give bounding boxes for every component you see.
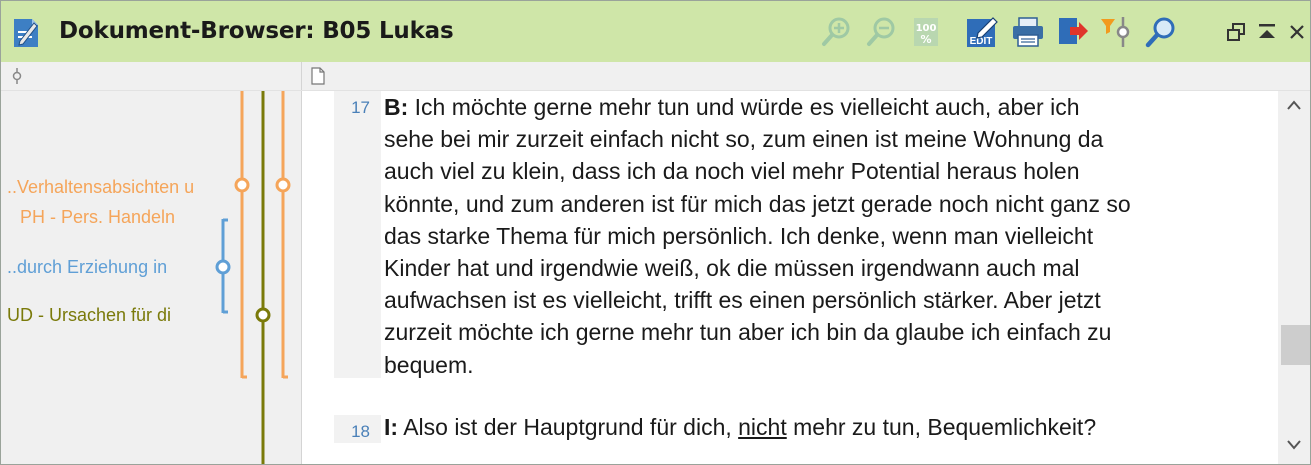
filter-icon bbox=[1101, 17, 1130, 47]
code-stripe-verhaltensabsichten[interactable] bbox=[234, 91, 250, 379]
search-icon bbox=[1145, 17, 1175, 48]
paragraph-text: Also ist der Hauptgrund für dich, bbox=[403, 414, 739, 440]
paragraph-line: sehe bei mir zurzeit einfach nicht so, z… bbox=[384, 126, 1104, 153]
printer-icon bbox=[1013, 17, 1043, 47]
collapse-icon bbox=[1259, 24, 1275, 38]
code-label-verhaltensabsichten[interactable]: ..Verhaltensabsichten u bbox=[7, 177, 221, 198]
zoom-100-button[interactable]: 100 % bbox=[909, 15, 943, 49]
code-stripe-ph-pers-handeln[interactable] bbox=[275, 91, 291, 379]
code-stripe-durch-erziehung[interactable] bbox=[215, 218, 231, 314]
edit-document-button[interactable]: EDIT bbox=[966, 15, 1000, 49]
window-title: Dokument-Browser: B05 Lukas bbox=[59, 18, 454, 44]
export-button[interactable] bbox=[1056, 15, 1090, 49]
paragraph-text: mehr zu tun, Bequemlichkeit? bbox=[786, 414, 1097, 440]
zoom-100-icon: 100 % bbox=[914, 18, 938, 46]
search-button[interactable] bbox=[1144, 15, 1178, 49]
print-button[interactable] bbox=[1011, 15, 1045, 49]
collapse-button[interactable] bbox=[1250, 15, 1284, 49]
undock-icon bbox=[1227, 23, 1245, 41]
code-stripe-header-icon bbox=[12, 68, 22, 84]
close-button[interactable] bbox=[1280, 15, 1310, 49]
document-header-icon bbox=[311, 67, 325, 85]
zoom-in-icon bbox=[822, 17, 850, 46]
code-label-durch-erziehung[interactable]: ..durch Erziehung in bbox=[7, 257, 207, 278]
code-label-ud-ursachen[interactable]: UD - Ursachen für di bbox=[7, 305, 207, 326]
paragraph-line: aufwachsen ist es vielleicht, trifft es … bbox=[384, 287, 1101, 314]
code-stripes bbox=[215, 91, 291, 464]
paragraph-line: auch viel zu klein, dass ich da noch vie… bbox=[384, 158, 1080, 185]
paragraph-line: Kinder hat und irgendwie weiß, ok die mü… bbox=[384, 255, 1080, 282]
code-label-ph-pers-handeln[interactable]: PH - Pers. Handeln bbox=[20, 207, 220, 228]
filter-codes-button[interactable] bbox=[1099, 15, 1133, 49]
code-stripes-pane[interactable]: ..Verhaltensabsichten u PH - Pers. Hande… bbox=[1, 91, 301, 464]
paragraph-line: bequem. bbox=[384, 351, 474, 378]
paragraph-number-17: 17 bbox=[351, 98, 370, 117]
title-bar: Dokument-Browser: B05 Lukas 100 % EDIT bbox=[1, 1, 1310, 62]
document-browser-window: Dokument-Browser: B05 Lukas 100 % EDIT .… bbox=[0, 0, 1311, 465]
scroll-up-arrow-icon[interactable] bbox=[1286, 100, 1302, 110]
zoom-in-button[interactable] bbox=[819, 15, 853, 49]
paragraph-18[interactable]: I: Also ist der Hauptgrund für dich, nic… bbox=[384, 411, 1274, 443]
speaker-label: I: bbox=[384, 414, 399, 440]
paragraph-17[interactable]: B: Ich möchte gerne mehr tun und würde e… bbox=[384, 91, 1274, 381]
zoom-out-button[interactable] bbox=[864, 15, 898, 49]
scrollbar-thumb[interactable] bbox=[1281, 325, 1310, 365]
pane-divider[interactable] bbox=[301, 62, 302, 90]
edit-icon: EDIT bbox=[967, 17, 998, 47]
underlined-word: nicht bbox=[738, 414, 787, 440]
close-icon bbox=[1290, 25, 1304, 39]
vertical-scrollbar[interactable] bbox=[1278, 91, 1310, 464]
paragraph-line: zurzeit möchte ich gerne mehr tun aber i… bbox=[384, 319, 1112, 346]
speaker-label: B: bbox=[384, 94, 409, 120]
scroll-down-arrow-icon[interactable] bbox=[1286, 440, 1302, 450]
svg-text:%: % bbox=[920, 33, 931, 46]
column-header-bar bbox=[1, 62, 1310, 91]
code-stripe-ud-ursachen[interactable] bbox=[255, 91, 271, 464]
paragraph-number-18: 18 bbox=[351, 422, 370, 441]
undock-button[interactable] bbox=[1219, 15, 1253, 49]
paragraph-line: könnte, und zum anderen ist für mich das… bbox=[384, 190, 1131, 217]
zoom-out-icon bbox=[867, 17, 895, 46]
document-edit-icon bbox=[14, 19, 38, 47]
paragraph-number-column bbox=[334, 91, 381, 378]
export-icon bbox=[1059, 18, 1088, 44]
paragraph-line: das starke Thema für mich persönlich. Ic… bbox=[384, 222, 1094, 249]
paragraph-line: Ich möchte gerne mehr tun und würde es v… bbox=[414, 94, 1080, 120]
